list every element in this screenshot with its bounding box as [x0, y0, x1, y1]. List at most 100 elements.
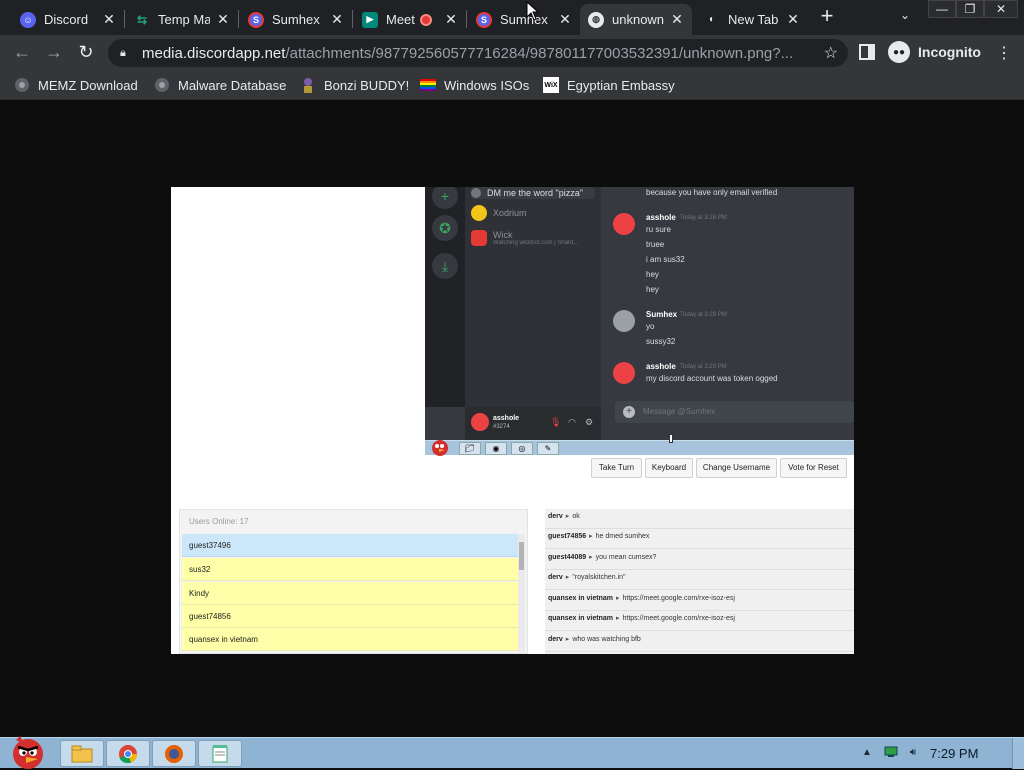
remote-taskbar: 📁︎ ◉ ◎ ✎	[425, 440, 854, 456]
bookmark-memz[interactable]: MEMZ Download	[14, 76, 138, 94]
remote-explorer-icon[interactable]: 📁︎	[459, 442, 481, 455]
taskbar-explorer-button[interactable]	[60, 740, 104, 767]
add-server-icon[interactable]: +	[432, 187, 458, 209]
dm-item[interactable]: DM me the word "pizza"	[471, 187, 595, 199]
users-scrollbar[interactable]	[518, 534, 525, 652]
chat-author: derv	[548, 513, 563, 520]
network-icon[interactable]	[884, 746, 898, 760]
tab-divider	[238, 10, 239, 28]
chat-author: derv	[548, 636, 563, 643]
close-icon[interactable]: ✕	[216, 11, 230, 28]
tab-meet[interactable]: ▶ Meet ✕	[354, 4, 466, 35]
bookmark-star-icon[interactable]: ☆	[824, 43, 838, 63]
tab-title: Temp Ma	[158, 12, 210, 27]
message-text: i am sus32	[646, 255, 685, 264]
remote-firefox-icon[interactable]: ◎	[511, 442, 533, 455]
tab-search-chevron-icon[interactable]: ⌄	[896, 8, 914, 26]
message-text: sussy32	[646, 337, 676, 346]
address-bar[interactable]: 🔒︎ media.discordapp.net /attachments/987…	[108, 39, 848, 67]
attach-plus-icon[interactable]: +	[623, 406, 635, 418]
keyboard-button[interactable]: Keyboard	[645, 458, 693, 478]
forward-arrow-icon[interactable]: →	[42, 41, 66, 65]
take-turn-button[interactable]: Take Turn	[591, 458, 642, 478]
remote-notepad-icon[interactable]: ✎	[537, 442, 559, 455]
explore-icon[interactable]: ✪	[432, 215, 458, 241]
show-desktop-button[interactable]	[1012, 738, 1024, 769]
bookmark-windows-isos[interactable]: Windows ISOs	[420, 76, 529, 94]
more-menu-icon[interactable]: ⋮	[996, 43, 1012, 63]
reload-icon[interactable]: ↻	[74, 41, 98, 65]
close-icon[interactable]: ✕	[558, 11, 572, 28]
tab-sumhex[interactable]: S Sumhex ✕	[468, 4, 580, 35]
bookmark-bonzi[interactable]: Bonzi BUDDY!	[300, 76, 409, 94]
start-angry-bird-icon[interactable]	[4, 732, 50, 770]
close-icon[interactable]: ✕	[670, 11, 684, 28]
windows-taskbar: ▲ 🔊︎ 7:29 PM	[0, 736, 1024, 769]
message-input[interactable]: + Message @Sumhex	[615, 401, 854, 423]
minimize-button[interactable]: —	[928, 0, 956, 18]
incognito-indicator[interactable]: ●● Incognito	[888, 39, 981, 65]
tab-title: unknown	[612, 12, 664, 27]
arrow-icon: ▸	[615, 595, 620, 602]
tab-title: Sumhex	[272, 12, 320, 27]
tray-expand-icon[interactable]: ▲	[860, 746, 874, 760]
dm-status: Watching wickbot.com | Shard...	[493, 240, 579, 246]
globe-icon: ◍	[588, 11, 604, 28]
message-author: Sumhex	[646, 310, 678, 319]
bookmark-label: Bonzi BUDDY!	[324, 77, 410, 93]
url-path: /attachments/987792560577716284/98780117…	[285, 44, 794, 62]
chat-text: https://meet.google.com/rxe-isoz-esj	[622, 595, 735, 602]
chat-message: derv ▸ ok	[545, 509, 854, 529]
close-icon[interactable]: ✕	[330, 11, 344, 28]
taskbar-firefox-button[interactable]	[152, 740, 196, 767]
vote-reset-button[interactable]: Vote for Reset	[780, 458, 847, 478]
taskbar-chrome-button[interactable]	[106, 740, 150, 767]
dm-item[interactable]: Xodrium	[471, 200, 595, 226]
taskbar-notepad-button[interactable]	[198, 740, 242, 767]
message-text: truee	[646, 240, 665, 249]
message-timestamp: Today at 3:29 PM	[680, 312, 727, 318]
taskbar-clock[interactable]: 7:29 PM	[930, 746, 978, 761]
bookmark-egyptian-embassy[interactable]: WiX Egyptian Embassy	[543, 76, 675, 94]
change-username-button[interactable]: Change Username	[696, 458, 777, 478]
tab-title: Discord	[44, 12, 89, 27]
tab-sumhex[interactable]: S Sumhex ✕	[240, 4, 352, 35]
tab-temp-mail[interactable]: ⇆ Temp Ma ✕	[126, 4, 238, 35]
close-icon[interactable]: ✕	[444, 11, 458, 28]
mute-mic-icon[interactable]: 🎙︎	[550, 417, 561, 427]
message-text: hey	[646, 270, 659, 279]
sumhex-icon: S	[248, 11, 264, 28]
dm-name: DM me the word "pizza"	[487, 188, 583, 198]
restore-button[interactable]: ❐	[956, 0, 984, 18]
discord-screen: + ✪ ⤓ DM me the word "pizza" Xodrium Wic…	[425, 187, 854, 440]
window-close-button[interactable]: ✕	[984, 0, 1018, 18]
tab-new-tab[interactable]: ◐ New Tab ✕	[696, 4, 808, 35]
remote-chrome-icon[interactable]: ◉	[485, 442, 507, 455]
headphones-icon[interactable]: ◠	[567, 417, 577, 427]
user-list-item[interactable]: Kindy	[182, 582, 519, 605]
bookmark-malware-db[interactable]: Malware Database	[154, 76, 286, 94]
close-icon[interactable]: ✕	[102, 11, 116, 28]
volume-icon[interactable]: 🔊︎	[906, 746, 920, 760]
tab-discord[interactable]: ☺ Discord ✕	[12, 4, 124, 35]
download-icon[interactable]: ⤓	[432, 253, 458, 279]
close-icon[interactable]: ✕	[786, 11, 800, 28]
back-arrow-icon[interactable]: ←	[10, 41, 34, 65]
user-panel-tag: #3274	[493, 424, 510, 430]
settings-gear-icon[interactable]: ⚙	[584, 417, 594, 427]
side-panel-icon[interactable]	[858, 43, 876, 61]
user-list-item[interactable]: guest37496	[182, 534, 519, 557]
message-text: ru sure	[646, 225, 671, 234]
incognito-icon: ◐	[708, 14, 716, 25]
scrollbar-thumb[interactable]	[519, 542, 524, 570]
user-list-item[interactable]: quansex in vietnam	[182, 628, 519, 651]
tab-divider	[352, 10, 353, 28]
remote-cursor-icon	[669, 434, 673, 443]
user-list-item[interactable]: sus32	[182, 558, 519, 581]
lock-icon: 🔒︎	[120, 46, 126, 59]
tab-unknown-active[interactable]: ◍ unknown ✕	[580, 4, 692, 35]
user-list-item[interactable]: guest74856	[182, 605, 519, 628]
new-tab-button[interactable]: +	[816, 5, 838, 28]
avatar	[613, 310, 635, 332]
dm-item[interactable]: Wick Watching wickbot.com | Shard...	[471, 225, 595, 251]
